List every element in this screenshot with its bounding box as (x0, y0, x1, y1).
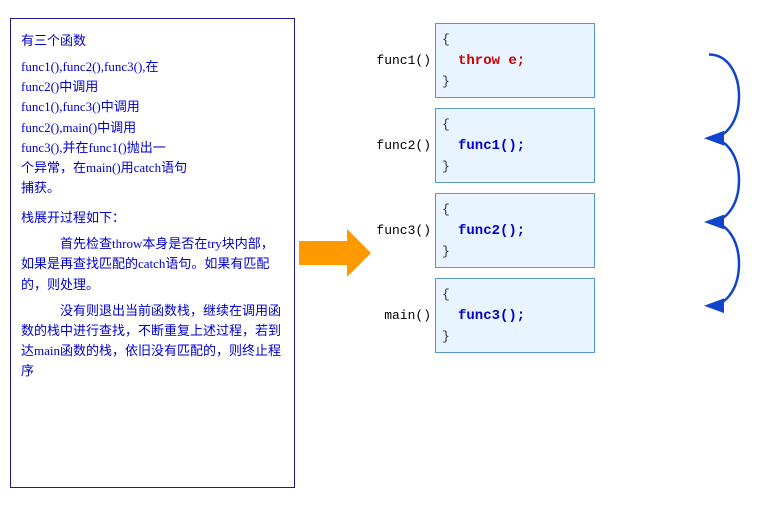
brace-open-3: { (442, 202, 450, 217)
stack-row-func3: func3() { } func2(); (375, 193, 751, 268)
left-text-2: func1(),func2(),func3(),在func2()中调用func1… (21, 57, 284, 198)
func2-code: func1(); (454, 138, 525, 154)
left-panel: 有三个函数 func1(),func2(),func3(),在func2()中调… (10, 18, 295, 488)
func3-box: { } func2(); (435, 193, 595, 268)
left-text-5: 没有则退出当前函数栈，继续在调用函数的栈中进行查找，不断重复上述过程，若到达ma… (21, 301, 284, 382)
big-arrow-icon (299, 227, 371, 279)
brace-close-1: } (442, 74, 450, 89)
brace-open-1: { (442, 32, 450, 47)
right-panel: func1() { } throw e; func2() { } func1()… (375, 18, 751, 353)
main-code: func3(); (454, 308, 525, 324)
stack-row-func1: func1() { } throw e; (375, 23, 751, 98)
brace-close-2: } (442, 159, 450, 174)
brace-open-2: { (442, 117, 450, 132)
stack-row-func2: func2() { } func1(); (375, 108, 751, 183)
func1-label: func1() (375, 53, 435, 68)
func3-code: func2(); (454, 223, 525, 239)
main-label: main() (375, 308, 435, 323)
main-container: 有三个函数 func1(),func2(),func3(),在func2()中调… (0, 0, 761, 516)
brace-close-4: } (442, 329, 450, 344)
func3-label: func3() (375, 223, 435, 238)
brace-close-3: } (442, 244, 450, 259)
func2-box: { } func1(); (435, 108, 595, 183)
left-text-3: 栈展开过程如下： (21, 208, 284, 228)
left-text-4: 首先检查throw本身是否在try块内部，如果是再查找匹配的catch语句。如果… (21, 234, 284, 294)
func1-box: { } throw e; (435, 23, 595, 98)
func1-code: throw e; (454, 53, 525, 69)
func2-label: func2() (375, 138, 435, 153)
main-box: { } func3(); (435, 278, 595, 353)
arrow-container (295, 18, 375, 488)
left-text-1: 有三个函数 (21, 31, 284, 51)
brace-open-4: { (442, 287, 450, 302)
stack-row-main: main() { } func3(); (375, 278, 751, 353)
